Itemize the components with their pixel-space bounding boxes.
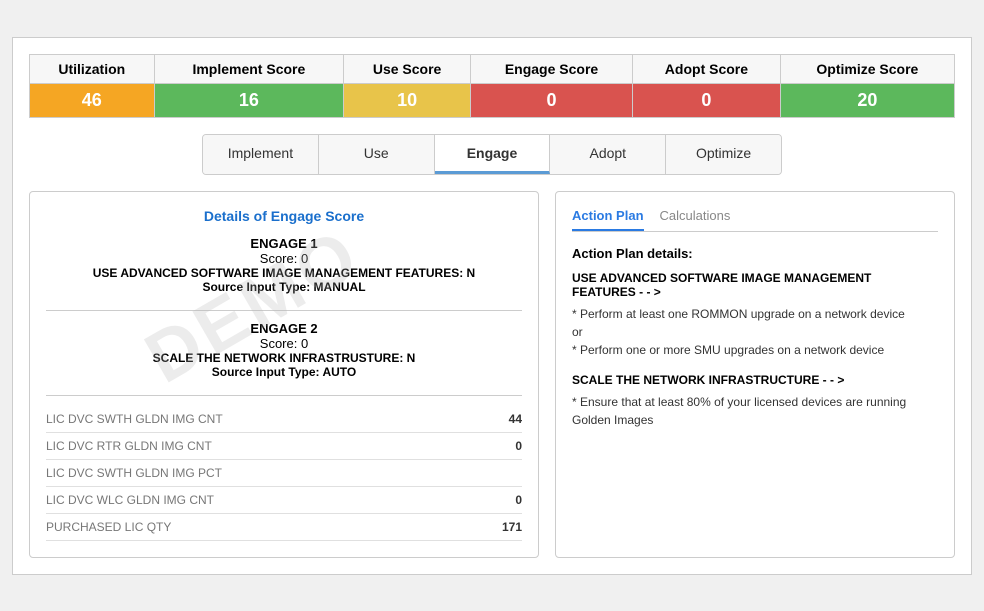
engage1-score: Score: 0: [46, 251, 522, 266]
tab-item-adopt[interactable]: Adopt: [550, 135, 666, 174]
score-value: 0: [470, 83, 632, 117]
score-value: 20: [780, 83, 954, 117]
engage1-section: ENGAGE 1 Score: 0 USE ADVANCED SOFTWARE …: [46, 236, 522, 294]
tab-item-optimize[interactable]: Optimize: [666, 135, 781, 174]
content-area: Details of Engage Score ENGAGE 1 Score: …: [29, 191, 955, 558]
actions-container: USE ADVANCED SOFTWARE IMAGE MANAGEMENT F…: [572, 271, 938, 429]
row-value: 0: [515, 493, 522, 507]
right-tabs: Action Plan Calculations: [572, 208, 938, 232]
right-tab-calculations[interactable]: Calculations: [660, 208, 731, 231]
engage1-source: Source Input Type: MANUAL: [46, 280, 522, 294]
action-block: SCALE THE NETWORK INFRASTRUCTURE - - > * …: [572, 373, 938, 429]
action-detail: * Ensure that at least 80% of your licen…: [572, 393, 938, 429]
data-rows-container: LIC DVC SWTH GLDN IMG CNT 44 LIC DVC RTR G…: [46, 406, 522, 541]
divider2: [46, 395, 522, 396]
panel-title: Details of Engage Score: [46, 208, 522, 224]
main-container: DEMO UtilizationImplement ScoreUse Score…: [12, 37, 972, 575]
score-header: Adopt Score: [633, 54, 781, 83]
score-header: Utilization: [30, 54, 155, 83]
engage2-section: ENGAGE 2 Score: 0 SCALE THE NETWORK INFR…: [46, 321, 522, 379]
tab-navigation: ImplementUseEngageAdoptOptimize: [202, 134, 782, 175]
action-plan-title: Action Plan details:: [572, 246, 938, 261]
score-value: 10: [344, 83, 471, 117]
row-value: 44: [509, 412, 522, 426]
table-row: LIC DVC SWTH GLDN IMG CNT 44: [46, 406, 522, 433]
score-header: Implement Score: [154, 54, 344, 83]
divider1: [46, 310, 522, 311]
right-panel: Action Plan Calculations Action Plan deta…: [555, 191, 955, 558]
engage2-title: ENGAGE 2: [46, 321, 522, 336]
row-label: PURCHASED LIC QTY: [46, 520, 171, 534]
table-row: LIC DVC RTR GLDN IMG CNT 0: [46, 433, 522, 460]
engage2-score: Score: 0: [46, 336, 522, 351]
tab-item-engage[interactable]: Engage: [435, 135, 551, 174]
row-value: 171: [502, 520, 522, 534]
left-panel: Details of Engage Score ENGAGE 1 Score: …: [29, 191, 539, 558]
row-label: LIC DVC SWTH GLDN IMG CNT: [46, 412, 223, 426]
tab-item-use[interactable]: Use: [319, 135, 435, 174]
score-value: 46: [30, 83, 155, 117]
score-header: Use Score: [344, 54, 471, 83]
tab-item-implement[interactable]: Implement: [203, 135, 319, 174]
scores-table: UtilizationImplement ScoreUse ScoreEngag…: [29, 54, 955, 118]
score-header: Engage Score: [470, 54, 632, 83]
score-value: 16: [154, 83, 344, 117]
action-heading: SCALE THE NETWORK INFRASTRUCTURE - - >: [572, 373, 938, 387]
row-label: LIC DVC RTR GLDN IMG CNT: [46, 439, 212, 453]
action-block: USE ADVANCED SOFTWARE IMAGE MANAGEMENT F…: [572, 271, 938, 359]
row-label: LIC DVC WLC GLDN IMG CNT: [46, 493, 214, 507]
engage2-source: Source Input Type: AUTO: [46, 365, 522, 379]
action-detail: * Perform at least one ROMMON upgrade on…: [572, 305, 938, 359]
row-value: 0: [515, 439, 522, 453]
right-tab-action-plan[interactable]: Action Plan: [572, 208, 644, 231]
engage1-title: ENGAGE 1: [46, 236, 522, 251]
engage2-desc: SCALE THE NETWORK INFRASTRUSTURE: N: [46, 351, 522, 365]
table-row: LIC DVC SWTH GLDN IMG PCT: [46, 460, 522, 487]
score-value: 0: [633, 83, 781, 117]
table-row: LIC DVC WLC GLDN IMG CNT 0: [46, 487, 522, 514]
table-row: PURCHASED LIC QTY 171: [46, 514, 522, 541]
row-label: LIC DVC SWTH GLDN IMG PCT: [46, 466, 222, 480]
score-header: Optimize Score: [780, 54, 954, 83]
engage1-desc: USE ADVANCED SOFTWARE IMAGE MANAGEMENT F…: [46, 266, 522, 280]
action-heading: USE ADVANCED SOFTWARE IMAGE MANAGEMENT F…: [572, 271, 938, 299]
